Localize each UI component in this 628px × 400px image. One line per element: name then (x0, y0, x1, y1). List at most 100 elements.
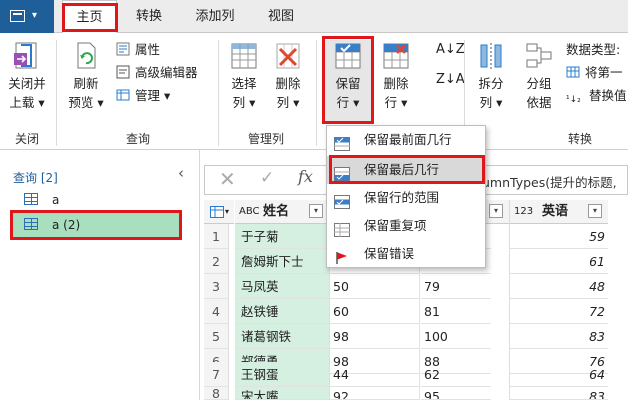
cell-math[interactable]: 92 (330, 387, 420, 400)
tab-view[interactable]: 视图 (256, 0, 306, 33)
cell-name[interactable]: 于子菊 (235, 224, 329, 249)
commit-formula-icon[interactable]: ✓ (260, 168, 274, 188)
choose-columns-button[interactable]: 选择 列 ▾ (224, 40, 264, 122)
sort-ascending-icon: A↓Z (436, 42, 465, 57)
keep-range-icon (334, 191, 350, 209)
split-column-button[interactable]: 拆分 列 ▾ (470, 40, 512, 122)
split-column-label-1: 拆分 (478, 76, 504, 91)
data-type-dropdown[interactable]: 数据类型: (566, 40, 620, 60)
cell-name[interactable]: 赵铁锤 (235, 299, 329, 324)
cell-math[interactable]: 98 (330, 324, 420, 349)
fx-icon: fx (298, 167, 313, 186)
grid-corner[interactable]: ▾ (204, 200, 234, 224)
row-number[interactable]: 7 (204, 362, 229, 387)
column-header-english[interactable]: 123 英语 ▾ (510, 200, 608, 224)
row-number[interactable]: 3 (204, 274, 229, 299)
menu-item-highlight (329, 155, 485, 184)
menu-item-keep-top-rows[interactable]: 保留最前面几行 (327, 126, 485, 154)
cell-name[interactable]: 詹姆斯下士 (235, 249, 329, 274)
tab-home-highlight (62, 3, 118, 32)
remove-rows-label-1: 删除 (383, 76, 409, 91)
tab-add-column[interactable]: 添加列 (184, 0, 246, 33)
row-number[interactable]: 4 (204, 299, 229, 324)
sort-ascending-button[interactable]: A↓Z (436, 40, 465, 60)
menu-item-keep-errors[interactable]: 保留错误 (327, 240, 485, 268)
row-number[interactable]: 8 (204, 387, 229, 400)
cell-name[interactable]: 诸葛钢铁 (235, 324, 329, 349)
cell-math[interactable]: 44 (330, 362, 420, 387)
column-filter-button[interactable]: ▾ (588, 204, 602, 218)
refresh-preview-button[interactable]: 刷新 预览 ▾ (63, 40, 109, 122)
sort-descending-button[interactable]: Z↓A (436, 70, 465, 90)
group-by-label-2: 依据 (526, 95, 552, 110)
advanced-editor-label: 高级编辑器 (135, 65, 198, 80)
cell-math[interactable]: 50 (330, 274, 420, 299)
group-by-button[interactable]: 分组 依据 (518, 40, 560, 122)
column-divider (509, 200, 510, 400)
cell-english[interactable]: 83 (510, 324, 608, 349)
cell-english[interactable]: 61 (510, 249, 608, 274)
file-menu-button[interactable]: ▾ (0, 0, 54, 33)
replace-values-icon: ¹↓₂ (566, 95, 581, 105)
cell-english[interactable]: 83 (510, 387, 608, 400)
cell-name[interactable]: 马凤英 (235, 274, 329, 299)
group-by-label-1: 分组 (526, 76, 552, 91)
group-label-query: 查询 (125, 132, 150, 146)
cell-chinese[interactable]: 62 (421, 362, 491, 387)
menu-item-keep-range-of-rows[interactable]: 保留行的范围 (327, 184, 485, 212)
tab-transform[interactable]: 转换 (124, 0, 174, 33)
row-number[interactable]: 2 (204, 249, 229, 274)
row-number[interactable]: 1 (204, 224, 229, 249)
menu-item-label: 保留重复项 (364, 218, 427, 233)
cell-math[interactable]: 60 (330, 299, 420, 324)
table-header-icon (566, 65, 580, 79)
use-first-row-label: 将第一 (585, 65, 623, 80)
menu-item-keep-duplicates[interactable]: 保留重复项 (327, 212, 485, 240)
remove-rows-button[interactable]: 删除 行 ▾ (376, 40, 416, 122)
manage-icon (116, 88, 130, 102)
replace-values-button[interactable]: ¹↓₂ 替换值 (566, 86, 627, 106)
cell-chinese[interactable]: 81 (421, 299, 491, 324)
cell-name[interactable]: 宋大嘴 (235, 387, 329, 400)
cell-chinese[interactable]: 100 (421, 324, 491, 349)
group-separator (56, 40, 57, 146)
advanced-editor-button[interactable]: 高级编辑器 (116, 63, 198, 83)
manage-button[interactable]: 管理 ▾ (116, 86, 170, 106)
remove-columns-label-2: 列 ▾ (276, 95, 300, 110)
number-type-icon: 123 (514, 206, 534, 217)
refresh-label-1: 刷新 (73, 76, 99, 91)
menu-item-label: 保留行的范围 (364, 190, 440, 205)
keep-rows-highlight (322, 36, 374, 124)
cell-english[interactable]: 64 (510, 362, 608, 387)
remove-columns-icon (273, 40, 303, 72)
keep-errors-icon (334, 247, 350, 264)
formula-text[interactable]: umnTypes(提升的标题, (482, 172, 617, 191)
cell-chinese[interactable]: 95 (421, 387, 491, 400)
properties-icon (116, 42, 130, 56)
properties-button[interactable]: 属性 (116, 40, 160, 60)
cell-english[interactable]: 48 (510, 274, 608, 299)
keep-top-rows-icon (334, 133, 350, 151)
remove-columns-button[interactable]: 删除 列 ▾ (268, 40, 308, 122)
cancel-formula-icon[interactable]: ✕ (219, 167, 236, 191)
cell-chinese[interactable]: 79 (421, 274, 491, 299)
query-item-label: a (52, 193, 60, 207)
sort-descending-icon: Z↓A (436, 72, 465, 87)
manage-label: 管理 (135, 88, 161, 103)
row-number[interactable]: 5 (204, 324, 229, 349)
use-first-row-button[interactable]: 将第一 (566, 63, 623, 83)
group-separator (218, 40, 219, 146)
close-load-label-2: 上载 ▾ (9, 95, 45, 110)
close-and-load-button[interactable]: 关闭并 上载 ▾ (4, 40, 50, 122)
data-type-label: 数据类型: (566, 42, 621, 57)
column-filter-button[interactable]: ▾ (489, 204, 503, 218)
column-header-label: 姓名 (263, 204, 290, 219)
cell-english[interactable]: 59 (510, 224, 608, 249)
close-load-icon (12, 40, 42, 72)
cell-name[interactable]: 王钢蛋 (235, 362, 329, 387)
cell-english[interactable]: 72 (510, 299, 608, 324)
column-header-name[interactable]: ABC 姓名 ▾ (235, 200, 329, 224)
choose-columns-icon (229, 40, 259, 72)
collapse-pane-icon[interactable]: ‹ (178, 164, 184, 182)
column-filter-button[interactable]: ▾ (309, 204, 323, 218)
